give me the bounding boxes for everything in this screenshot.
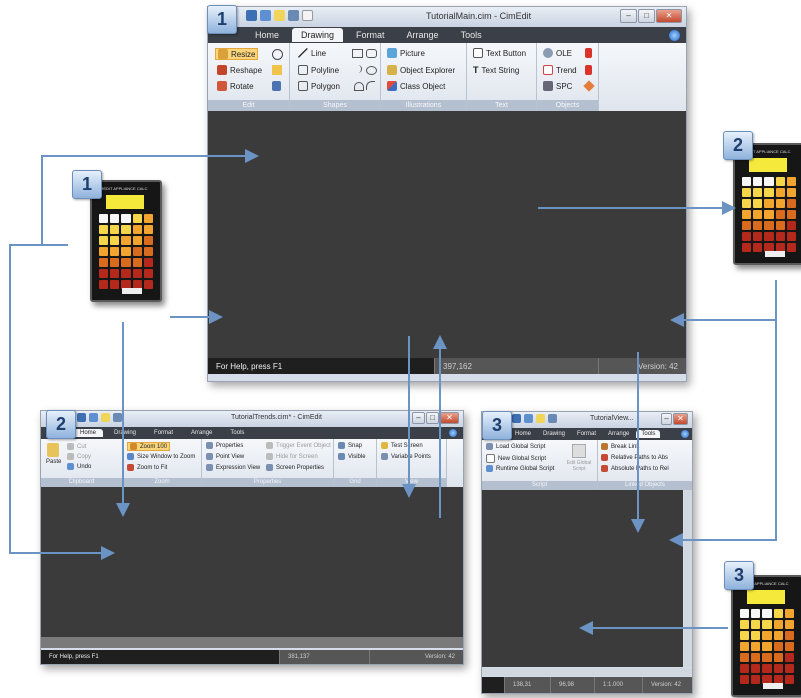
badge-1-calculator: 1: [72, 170, 102, 199]
badge-3-window: 3: [482, 411, 512, 440]
badge-3-calculator: 3: [724, 561, 754, 590]
badge-2-calculator: 2: [723, 131, 753, 160]
badge-1-main: 1: [207, 5, 237, 34]
arrow-calc2-to-main: [670, 280, 777, 327]
arrow-calc1-to-window2-canvas: [9, 244, 115, 560]
badge-2-window: 2: [46, 410, 76, 439]
flow-arrows: [9, 149, 777, 635]
